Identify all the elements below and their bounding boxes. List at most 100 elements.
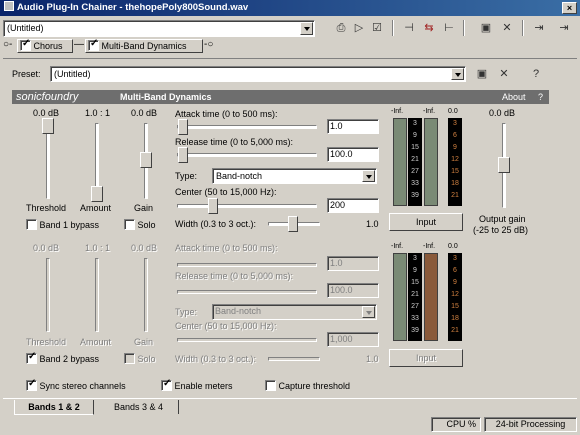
- append-plugin-icon[interactable]: ⇥: [556, 20, 572, 36]
- play-icon[interactable]: ▷: [351, 20, 367, 36]
- save-chain-icon[interactable]: ⎙: [333, 20, 349, 36]
- b1-solo[interactable]: Solo: [124, 219, 156, 230]
- plugin-header: sonicfoundry Multi-Band Dynamics About ?: [12, 90, 549, 104]
- title-bar: Audio Plug-In Chainer - thehopePoly800So…: [0, 0, 580, 16]
- b1-width-slider[interactable]: [288, 216, 298, 232]
- b2-solo-checkbox: [124, 353, 135, 364]
- chain-chorus[interactable]: Chorus: [17, 38, 73, 53]
- chorus-enable-checkbox[interactable]: [20, 38, 31, 51]
- b1-gain-slider[interactable]: [140, 152, 152, 168]
- tab-bands-1-2[interactable]: Bands 1 & 2: [14, 400, 94, 415]
- b2-input-meter-left: [393, 253, 407, 341]
- chain-preset-combo[interactable]: (Untitled): [3, 20, 315, 37]
- b2-bypass-checkbox[interactable]: [26, 351, 37, 364]
- toolbar-separator: [522, 20, 524, 36]
- save-preset-icon[interactable]: ▣: [474, 66, 490, 82]
- b1-threshold-value: 0.0 dB: [33, 108, 60, 118]
- b1-input-meter-right: [424, 118, 438, 206]
- b2-gain-label: Gain: [134, 337, 154, 347]
- multiband-enable-checkbox[interactable]: [88, 38, 99, 51]
- chain-link-icon: —: [74, 39, 84, 50]
- remove-icon[interactable]: ✕: [499, 20, 515, 36]
- help-icon[interactable]: ?: [528, 66, 544, 82]
- b1-meter-scale-right: 3 6 9 12 15 18 21: [448, 118, 462, 206]
- preset-combo[interactable]: (Untitled): [50, 66, 466, 82]
- tab-bands-3-4[interactable]: Bands 3 & 4: [99, 400, 179, 414]
- output-gain-value: 0.0 dB: [489, 108, 516, 118]
- b1-center-label: Center (50 to 15,000 Hz):: [175, 187, 277, 197]
- apply-icon[interactable]: ☑: [369, 20, 385, 36]
- b1-width-value: 1.0: [366, 219, 379, 229]
- b2-width-track: [268, 357, 320, 361]
- chevron-down-icon[interactable]: [451, 68, 464, 80]
- sync-stereo-option[interactable]: Sync stereo channels: [26, 378, 126, 391]
- b1-threshold-slider[interactable]: [42, 118, 54, 134]
- capture-threshold-checkbox[interactable]: [265, 380, 276, 391]
- output-gain-range: (-25 to 25 dB): [473, 225, 529, 235]
- chevron-down-icon[interactable]: [300, 22, 313, 35]
- b1-type-combo[interactable]: Band-notch: [212, 168, 377, 184]
- cpu-status: CPU %: [431, 417, 481, 432]
- b2-threshold-value: 0.0 dB: [33, 243, 60, 253]
- insert-plugin-icon[interactable]: ⇥: [531, 20, 547, 36]
- b1-attack-slider[interactable]: [178, 119, 188, 135]
- b1-meter-scale-left: 3 9 15 21 27 33 39: [408, 118, 422, 206]
- chain-left-icon[interactable]: ⊣: [401, 20, 417, 36]
- b2-amount-value: 1.0 : 1: [85, 243, 111, 253]
- save-icon[interactable]: ▣: [478, 20, 494, 36]
- b2-type-combo: Band-notch: [212, 304, 377, 320]
- b2-release-label: Release time (0 to 5,000 ms):: [175, 271, 294, 281]
- b2-width-value: 1.0: [366, 354, 379, 364]
- b1-amount-label: Amount: [80, 203, 112, 213]
- b1-center-track[interactable]: [177, 204, 317, 208]
- chain-move-icon[interactable]: ⇆: [421, 20, 437, 36]
- b2-input-meter-right: [424, 253, 438, 341]
- chain-end-icon: -○: [204, 39, 214, 50]
- b1-release-slider[interactable]: [178, 147, 188, 163]
- b1-release-input[interactable]: 100.0: [327, 147, 379, 162]
- b2-solo: Solo: [124, 353, 156, 364]
- b1-release-track[interactable]: [177, 153, 317, 157]
- tab-strip: [3, 398, 577, 399]
- b1-center-input[interactable]: 200: [327, 198, 379, 213]
- b1-amount-slider[interactable]: [91, 186, 103, 202]
- chain-preset-value: (Untitled): [7, 23, 44, 33]
- b2-meter-scale-left: 3 9 15 21 27 33 39: [408, 253, 422, 341]
- delete-preset-icon[interactable]: ✕: [496, 66, 512, 82]
- chain-right-icon[interactable]: ⊢: [441, 20, 457, 36]
- b1-bypass[interactable]: Band 1 bypass: [26, 219, 99, 230]
- b1-input-button[interactable]: Input: [389, 213, 463, 231]
- b1-bypass-checkbox[interactable]: [26, 219, 37, 230]
- b2-bypass[interactable]: Band 2 bypass: [26, 351, 99, 364]
- b1-solo-checkbox[interactable]: [124, 219, 135, 230]
- b1-width-label: Width (0.3 to 3 oct.):: [175, 219, 257, 229]
- b1-gain-value: 0.0 dB: [131, 108, 158, 118]
- enable-meters-option[interactable]: Enable meters: [161, 378, 233, 391]
- plugin-name: Multi-Band Dynamics: [120, 92, 212, 102]
- b2-type-value: Band-notch: [215, 306, 262, 316]
- b1-amount-value: 1.0 : 1: [85, 108, 111, 118]
- capture-threshold-option[interactable]: Capture threshold: [265, 380, 350, 391]
- processing-status: 24-bit Processing: [484, 417, 577, 432]
- b1-attack-input[interactable]: 1.0: [327, 119, 379, 134]
- b1-input-meter-left: [393, 118, 407, 206]
- close-button[interactable]: ×: [562, 2, 577, 14]
- header-help-link[interactable]: ?: [538, 90, 543, 104]
- b2-threshold-track: [46, 258, 50, 332]
- b1-attack-track[interactable]: [177, 125, 317, 129]
- b2-attack-track: [177, 263, 317, 267]
- b1-center-slider[interactable]: [208, 198, 218, 214]
- b1-type-value: Band-notch: [216, 171, 263, 181]
- b1-threshold-track[interactable]: [46, 123, 50, 199]
- b2-release-input: 100.0: [327, 283, 379, 298]
- chain-multiband[interactable]: Multi-Band Dynamics: [85, 38, 203, 53]
- chevron-down-icon[interactable]: [362, 170, 375, 182]
- about-link[interactable]: About: [502, 90, 526, 104]
- b2-center-label: Center (50 to 15,000 Hz):: [175, 321, 277, 331]
- b2-meter-inf2: -Inf.: [423, 243, 436, 250]
- b2-input-button: Input: [389, 349, 463, 367]
- output-gain-slider[interactable]: [498, 157, 510, 173]
- sync-stereo-checkbox[interactable]: [26, 378, 37, 391]
- b2-gain-value: 0.0 dB: [131, 243, 158, 253]
- enable-meters-checkbox[interactable]: [161, 378, 172, 391]
